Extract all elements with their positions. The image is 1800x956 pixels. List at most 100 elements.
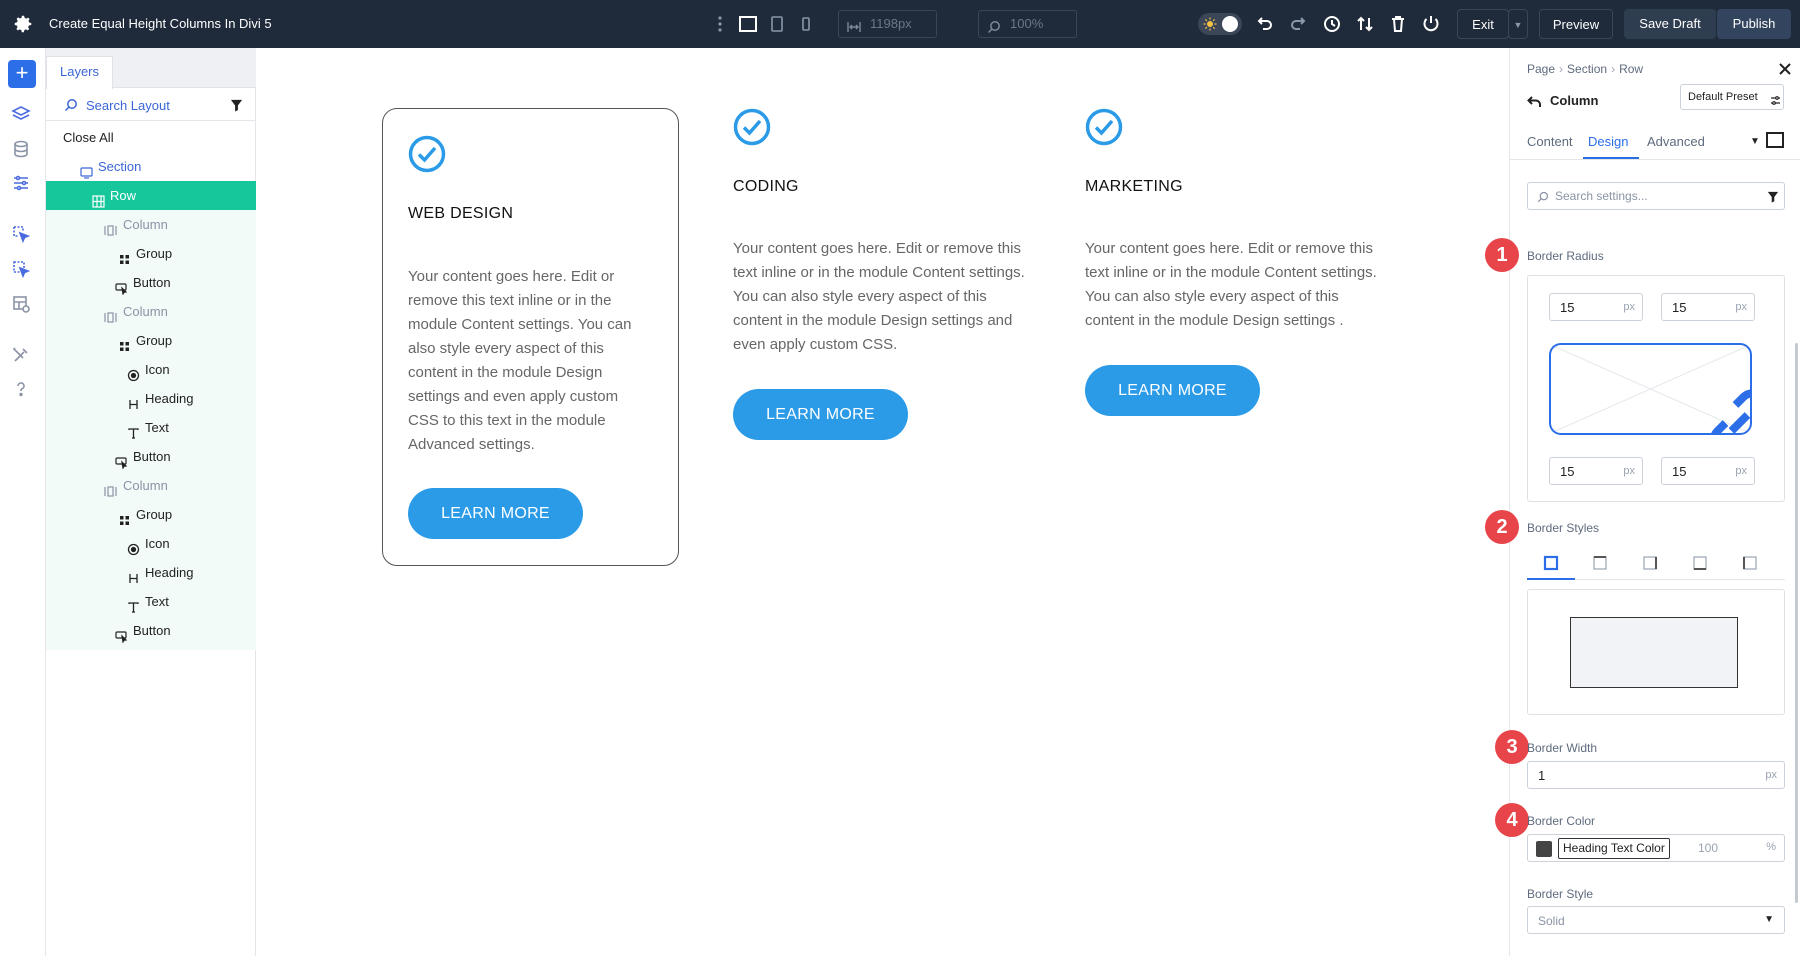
card-text: Your content goes here. Edit or remove t… [733,240,1025,353]
preset-select[interactable]: Default Preset [1680,84,1784,110]
tree-item-icon[interactable]: Icon [46,529,256,558]
learn-more-button[interactable]: LEARN MORE [1085,365,1260,416]
canvas-width-value: 1198px [870,16,912,31]
canvas-width-field[interactable]: 1198px [838,10,937,38]
heading-module-icon [127,566,140,583]
tree-item-group[interactable]: Group [46,500,256,529]
tree-item-button[interactable]: Button [46,268,256,297]
button-module-icon [115,276,128,296]
border-right-icon[interactable] [1642,555,1658,571]
click-select-icon[interactable] [11,224,31,244]
tree-item-text[interactable]: Text [46,587,256,616]
publish-button[interactable]: Publish [1717,9,1791,39]
exit-button[interactable]: Exit [1457,9,1509,39]
tree-item-row[interactable]: Row [46,181,256,210]
tab-content[interactable]: Content [1527,134,1573,149]
breadcrumb: Page › Section › Row [1527,62,1644,76]
radius-bottom-right-input[interactable]: 15 px [1661,457,1755,485]
border-color-field[interactable]: Heading Text Color 100 % [1527,834,1785,862]
link-icon[interactable] [1640,379,1750,433]
heading-module-icon [127,392,140,409]
layout-icon[interactable] [11,294,31,314]
learn-more-button[interactable]: LEARN MORE [408,488,583,539]
border-styles-label: Border Styles [1527,521,1600,535]
multi-select-icon[interactable] [11,259,31,279]
tree-item-text[interactable]: Text [46,413,256,442]
back-arrow-icon[interactable] [1527,94,1542,109]
tree-item-column[interactable]: Column [46,297,256,326]
desktop-view-icon[interactable] [738,14,758,34]
more-vertical-icon[interactable] [710,14,730,34]
tree-item-section[interactable]: Section [46,152,256,181]
settings-search-input[interactable]: Search settings... [1527,182,1785,210]
square-view-icon[interactable] [1766,132,1784,148]
tab-advanced[interactable]: Advanced [1647,134,1705,149]
border-bottom-icon[interactable] [1692,555,1708,571]
layers-tab-bar: Layers [46,48,256,89]
database-icon[interactable] [11,139,31,159]
add-button[interactable]: + [8,60,36,88]
tablet-view-icon[interactable] [767,14,787,34]
tools-icon[interactable] [11,345,31,365]
tab-design[interactable]: Design [1588,134,1628,149]
tree-item-heading[interactable]: Heading [46,384,256,413]
radius-bottom-left-input[interactable]: 15 px [1549,457,1643,485]
breadcrumb-page[interactable]: Page [1527,62,1555,76]
tree-item-icon[interactable]: Icon [46,355,256,384]
border-top-icon[interactable] [1592,555,1608,571]
close-icon[interactable] [1778,62,1792,76]
border-left-icon[interactable] [1742,555,1758,571]
save-draft-button[interactable]: Save Draft [1624,9,1716,39]
layers-icon[interactable] [11,104,31,124]
column-coding[interactable]: CODING Your content goes here. Edit or r… [733,108,1033,508]
undo-icon[interactable] [1255,14,1275,34]
filter-icon[interactable] [230,99,243,112]
zoom-field[interactable]: 100% [978,10,1077,38]
tree-item-heading[interactable]: Heading [46,558,256,587]
redo-icon[interactable] [1288,14,1308,34]
left-icon-rail: + [0,48,46,956]
border-all-icon[interactable] [1543,555,1559,571]
sliders-icon[interactable] [11,173,31,193]
border-width-input[interactable]: 1 px [1527,761,1785,789]
column-marketing[interactable]: MARKETING Your content goes here. Edit o… [1085,108,1385,508]
exit-dropdown-button[interactable]: ▼ [1508,9,1528,39]
tree-item-button[interactable]: Button [46,616,256,645]
theme-toggle[interactable] [1198,13,1242,35]
opacity-value[interactable]: 100 [1698,841,1718,855]
preview-button[interactable]: Preview [1539,9,1613,39]
learn-more-button[interactable]: LEARN MORE [733,389,908,440]
tree-item-button[interactable]: Button [46,442,256,471]
help-icon[interactable] [11,379,31,399]
tree-item-column[interactable]: Column [46,210,256,239]
history-icon[interactable] [1322,14,1342,34]
layers-search[interactable]: Search Layout [46,89,256,121]
phone-view-icon[interactable] [796,14,816,34]
color-swatch[interactable] [1536,841,1552,857]
preset-value: Default Preset [1688,91,1758,103]
breadcrumb-section[interactable]: Section [1567,62,1607,76]
radius-top-right-input[interactable]: 15 px [1661,293,1755,321]
search-icon [1537,190,1549,203]
search-icon [987,17,1001,34]
column-icon [104,479,117,497]
tab-layers[interactable]: Layers [46,56,113,89]
gear-icon[interactable] [12,13,34,35]
panel-scrollbar[interactable] [1795,343,1798,903]
border-style-select[interactable]: Solid ▼ [1527,906,1785,934]
tree-item-column[interactable]: Column [46,471,256,500]
active-border-side-indicator [1527,578,1575,580]
group-icon [118,247,131,264]
breadcrumb-row[interactable]: Row [1619,62,1643,76]
tree-item-group[interactable]: Group [46,326,256,355]
power-icon[interactable] [1421,14,1441,34]
color-variable-chip[interactable]: Heading Text Color [1558,838,1670,859]
tree-item-group[interactable]: Group [46,239,256,268]
radius-top-left-input[interactable]: 15 px [1549,293,1643,321]
sort-icon[interactable] [1355,14,1375,34]
filter-icon[interactable] [1767,190,1779,203]
chevron-down-icon[interactable]: ▼ [1750,136,1760,147]
tree-close-all[interactable]: Close All [46,123,256,152]
trash-icon[interactable] [1388,14,1408,34]
column-web-design[interactable]: WEB DESIGN Your content goes here. Edit … [382,108,679,566]
